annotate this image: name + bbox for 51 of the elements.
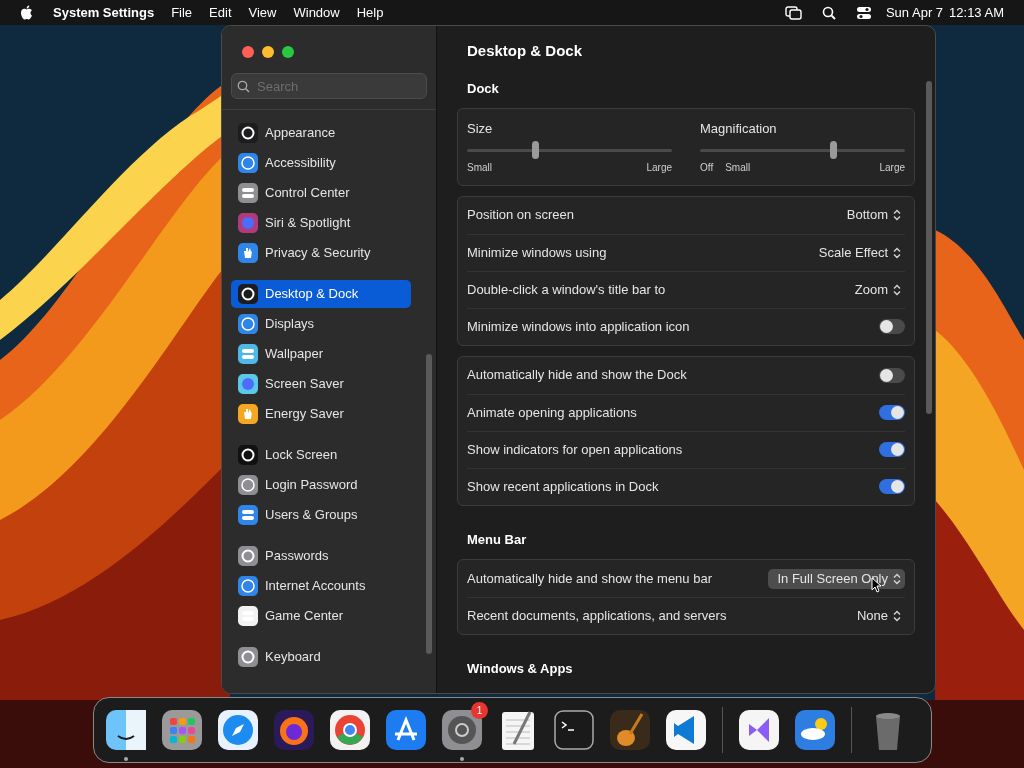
sidebar-item[interactable]: Accessibility bbox=[231, 149, 411, 177]
window-title: Desktop & Dock bbox=[466, 41, 584, 61]
menu-bar-date[interactable]: Sun Apr 7 bbox=[885, 2, 944, 23]
popup-button[interactable]: Bottom bbox=[837, 205, 905, 225]
setting-label: Position on screen bbox=[467, 206, 574, 225]
sidebar-item[interactable]: Energy Saver bbox=[231, 400, 411, 428]
setting-label: Animate opening applications bbox=[467, 403, 637, 422]
section-heading: Windows & Apps bbox=[466, 660, 574, 678]
section-heading: Menu Bar bbox=[466, 530, 528, 549]
popup-button[interactable]: Zoom bbox=[845, 279, 905, 300]
sidebar-item[interactable]: Control Center bbox=[231, 179, 411, 207]
slider-tick-label: Large bbox=[879, 160, 905, 175]
app-menu[interactable]: System Settings bbox=[53, 2, 155, 23]
sidebar-item[interactable]: Screen Saver bbox=[231, 370, 411, 398]
slider-tick-label: Large bbox=[646, 160, 672, 175]
setting-label: Double-click a window's title bar to bbox=[467, 280, 666, 299]
popup-button[interactable]: Scale Effect bbox=[809, 242, 905, 263]
sidebar-item[interactable]: Privacy & Security bbox=[231, 239, 411, 267]
sidebar-item[interactable]: Appearance bbox=[231, 119, 411, 147]
setting-label: Show recent applications in Dock bbox=[467, 477, 659, 496]
sidebar-item[interactable]: Game Center bbox=[231, 602, 411, 630]
setting-label: Automatically hide and show the Dock bbox=[467, 366, 687, 385]
section-heading: Dock bbox=[466, 79, 500, 98]
sidebar-item[interactable]: Internet Accounts bbox=[231, 572, 411, 600]
sidebar-item[interactable]: Lock Screen bbox=[231, 441, 411, 469]
setting-label: Automatically hide and show the menu bar bbox=[467, 569, 712, 588]
menu-item[interactable]: File bbox=[171, 2, 193, 23]
slider-label: Size bbox=[467, 120, 494, 138]
sidebar-item[interactable]: Displays bbox=[231, 310, 411, 338]
notification-badge: 1 bbox=[471, 702, 488, 719]
setting-label: Show indicators for open applications bbox=[467, 440, 683, 459]
sidebar-item[interactable]: Passwords bbox=[231, 542, 411, 570]
sidebar-item[interactable]: Desktop & Dock bbox=[231, 280, 411, 308]
setting-label: Recent documents, applications, and servers bbox=[467, 607, 727, 626]
setting-label: Minimize windows into application icon bbox=[467, 317, 690, 336]
sidebar-item[interactable]: Wallpaper bbox=[231, 340, 411, 368]
sidebar-item[interactable]: Keyboard bbox=[231, 643, 411, 671]
menu-item[interactable]: View bbox=[248, 2, 277, 23]
menu-item[interactable]: Edit bbox=[209, 2, 232, 23]
slider-tick-label: Small bbox=[725, 160, 751, 175]
slider-tick-label: Small bbox=[467, 160, 492, 175]
setting-label: Minimize windows using bbox=[467, 243, 607, 262]
slider-label: Magnification bbox=[700, 120, 778, 138]
popup-button[interactable]: None bbox=[847, 606, 905, 626]
menu-item[interactable]: Window bbox=[293, 2, 340, 23]
menu-item[interactable]: Help bbox=[356, 2, 384, 23]
menu-bar-clock[interactable]: 12:13 AM bbox=[949, 2, 1004, 23]
sidebar-item[interactable]: Login Password bbox=[231, 471, 411, 499]
slider-tick-label: Off bbox=[700, 160, 714, 175]
sidebar-item[interactable]: Siri & Spotlight bbox=[231, 209, 411, 237]
sidebar-item[interactable]: Users & Groups bbox=[231, 501, 411, 529]
